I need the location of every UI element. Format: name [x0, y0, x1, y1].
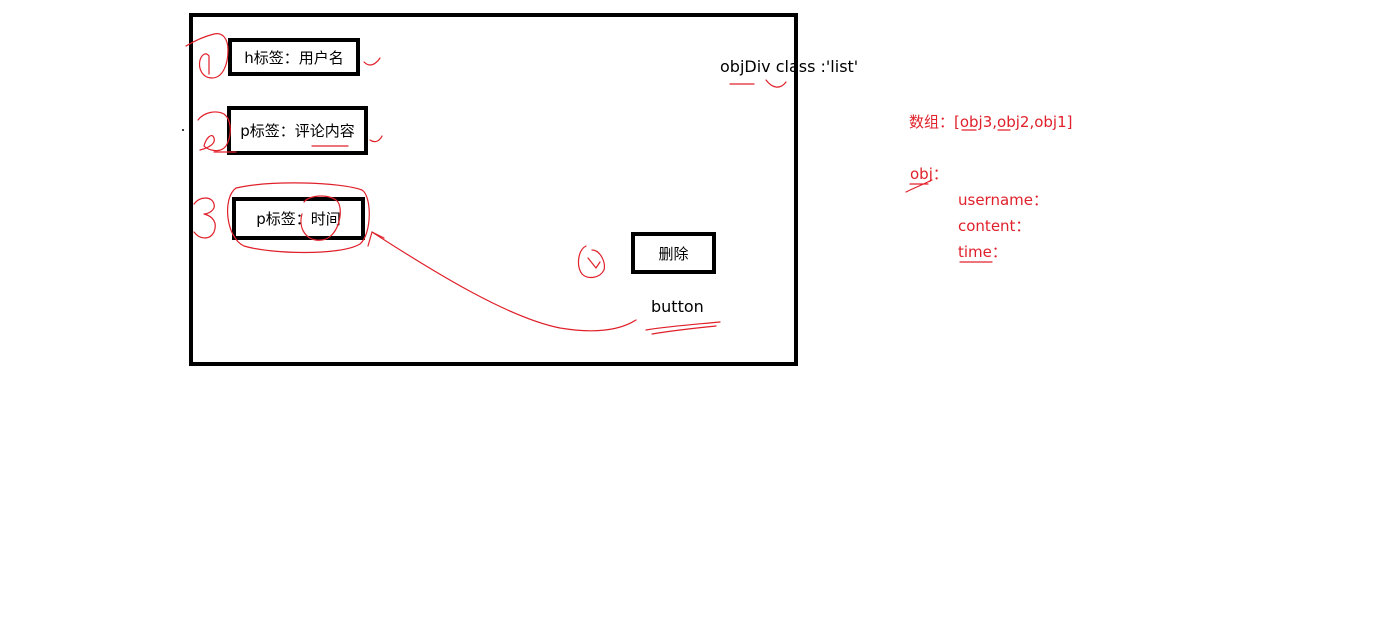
delete-button-label: 删除: [658, 244, 689, 263]
h-tag-username-box: h标签：用户名: [228, 38, 360, 76]
obj-annotation: obj：: [910, 165, 948, 183]
objdiv-class-label: objDiv class :'list': [720, 57, 859, 76]
delete-button-box: 删除: [631, 232, 716, 274]
obj-field-content: content：: [958, 217, 1031, 235]
button-caption: button: [651, 297, 704, 316]
stray-dot: [182, 129, 184, 131]
p-tag-time-box: p标签：时间: [232, 197, 365, 240]
array-annotation: 数组：[obj3,obj2,obj1]: [909, 113, 1073, 131]
p-tag-comment-box: p标签：评论内容: [227, 106, 368, 155]
h-tag-label: h标签：用户名: [244, 48, 344, 67]
p-tag-time-label: p标签：时间: [256, 210, 341, 228]
obj-field-time: time：: [958, 243, 1007, 261]
p-tag-comment-label: p标签：评论内容: [240, 122, 355, 140]
obj-field-username: username：: [958, 191, 1048, 209]
